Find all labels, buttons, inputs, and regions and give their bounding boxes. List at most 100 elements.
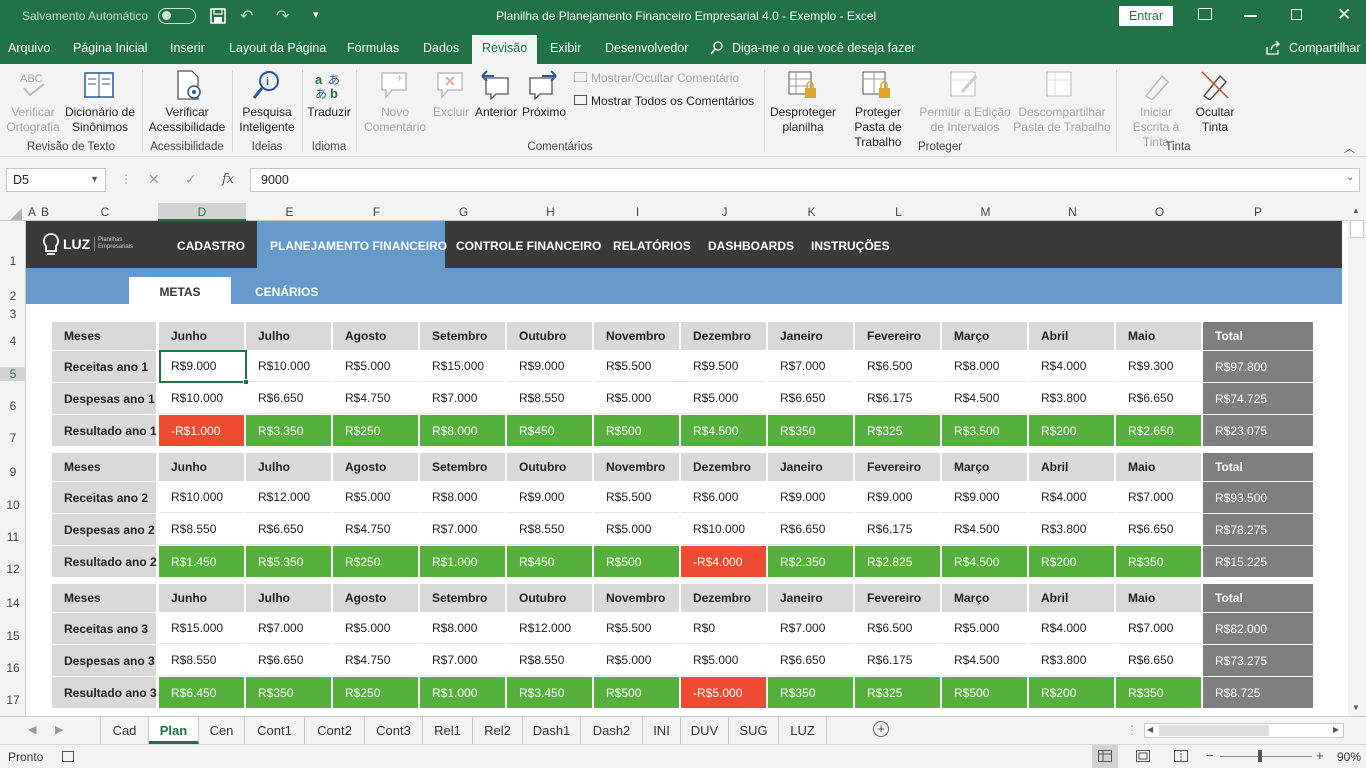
value-cell[interactable]: R$8.000 [942,351,1027,382]
value-cell[interactable]: R$3.450 [507,677,592,708]
value-cell[interactable]: R$8.000 [420,613,505,644]
value-cell[interactable]: R$5.000 [681,383,766,414]
month-header[interactable]: Julho [246,584,331,612]
tab-dados[interactable]: Dados [423,41,459,55]
row-label[interactable]: Receitas ano 3 [52,613,156,644]
value-cell[interactable]: R$4.000 [1029,482,1114,513]
value-cell[interactable]: R$2.650 [1116,415,1201,446]
total-cell[interactable]: R$82.000 [1203,613,1313,644]
row-label[interactable]: Despesas ano 3 [52,645,156,676]
name-box[interactable]: D5 ▼ [6,168,106,192]
value-cell[interactable]: R$10.000 [681,514,766,545]
col-P[interactable]: P [1203,205,1313,219]
sheet-tab-ini[interactable]: INI [643,717,681,744]
month-header[interactable]: Dezembro [681,584,766,612]
value-cell[interactable]: R$450 [507,415,592,446]
translate-button[interactable]: Traduzir [306,105,352,120]
value-cell[interactable]: R$4.500 [942,645,1027,676]
value-cell[interactable]: R$9.000 [507,351,592,382]
share-icon[interactable] [1266,41,1281,55]
nav-planejamento[interactable]: PLANEJAMENTO FINANCEIRO [270,239,447,253]
value-cell[interactable]: R$7.000 [768,613,853,644]
value-cell[interactable]: R$4.500 [942,383,1027,414]
sheet-tab-cont1[interactable]: Cont1 [245,717,305,744]
col-H[interactable]: H [507,205,594,219]
value-cell[interactable]: R$9.500 [681,351,766,382]
value-cell[interactable]: R$350 [1116,677,1201,708]
month-header[interactable]: Junho [159,322,244,350]
row-label[interactable]: Despesas ano 2 [52,514,156,545]
value-cell[interactable]: R$6.650 [246,383,331,414]
month-header[interactable]: Março [942,322,1027,350]
row-12[interactable]: 12 [0,562,26,576]
sheet-tab-dash1[interactable]: Dash1 [523,717,581,744]
month-header[interactable]: Março [942,453,1027,481]
value-cell[interactable]: R$4.000 [1029,613,1114,644]
value-cell[interactable]: R$6.175 [855,514,940,545]
value-cell[interactable]: R$9.300 [1116,351,1201,382]
value-cell[interactable]: R$6.650 [1116,514,1201,545]
total-cell[interactable]: R$15.225 [1203,546,1313,577]
value-cell[interactable]: R$8.550 [159,514,244,545]
value-cell[interactable]: R$500 [594,546,679,577]
value-cell[interactable]: R$12.000 [507,613,592,644]
sheet-tab-cad[interactable]: Cad [101,717,149,744]
row-11[interactable]: 11 [0,530,26,544]
add-sheet-icon[interactable]: + [873,721,889,737]
sheet-tab-plan[interactable]: Plan [149,717,199,744]
value-cell[interactable]: R$8.550 [507,645,592,676]
value-cell[interactable]: R$6.650 [768,383,853,414]
value-cell[interactable]: R$7.000 [420,383,505,414]
previous-comment-button[interactable]: Anterior [472,105,520,120]
value-cell[interactable]: R$10.000 [246,351,331,382]
value-cell[interactable]: R$325 [855,415,940,446]
nav-relatorios[interactable]: RELATÓRIOS [613,239,691,253]
value-cell[interactable]: R$10.000 [159,383,244,414]
scroll-left-icon[interactable]: ◀ [1147,725,1153,734]
value-cell[interactable]: R$3.800 [1029,514,1114,545]
unprotect-sheet-button[interactable]: Desproteger planilha [768,105,838,135]
value-cell[interactable]: R$9.000 [507,482,592,513]
value-cell[interactable]: R$6.650 [1116,383,1201,414]
value-cell[interactable]: R$6.500 [855,351,940,382]
value-cell[interactable]: R$5.000 [594,383,679,414]
value-cell[interactable]: R$3.500 [942,415,1027,446]
nav-cadastro[interactable]: CADASTRO [177,239,245,253]
value-cell[interactable]: R$1.000 [420,677,505,708]
value-cell[interactable]: R$5.500 [594,613,679,644]
tab-arquivo[interactable]: Arquivo [8,41,50,55]
month-header[interactable]: Abril [1029,584,1114,612]
sheet-tab-sug[interactable]: SUG [729,717,779,744]
save-icon[interactable] [210,8,226,24]
month-header[interactable]: Junho [159,584,244,612]
value-cell[interactable]: R$200 [1029,546,1114,577]
value-cell[interactable]: R$8.000 [420,482,505,513]
zoom-slider-thumb[interactable] [1258,750,1262,762]
row-label[interactable]: Despesas ano 1 [52,383,156,414]
row-15[interactable]: 15 [0,629,26,643]
month-header[interactable]: Janeiro [768,322,853,350]
value-cell[interactable]: R$2.825 [855,546,940,577]
horizontal-scroll-thumb[interactable] [1159,725,1269,736]
row-3[interactable]: 3 [0,307,26,321]
show-hide-comment-button[interactable]: Mostrar/Ocultar Comentário [591,71,739,86]
value-cell[interactable]: R$5.500 [594,482,679,513]
share-button[interactable]: Compartilhar [1289,41,1361,55]
col-K[interactable]: K [768,205,855,219]
row-5[interactable]: 5 [0,367,26,381]
spelling-button[interactable]: Verificar Ortografia [6,105,60,135]
col-M[interactable]: M [942,205,1029,219]
tell-me-input[interactable]: Diga-me o que você deseja fazer [732,41,915,55]
sheet-tab-rel1[interactable]: Rel1 [423,717,473,744]
value-cell[interactable]: R$5.000 [594,645,679,676]
col-J[interactable]: J [681,205,768,219]
col-N[interactable]: N [1029,205,1116,219]
value-cell[interactable]: R$15.000 [420,351,505,382]
value-cell[interactable]: R$9.000 [159,351,244,382]
value-cell[interactable]: R$200 [1029,415,1114,446]
total-cell[interactable]: R$97.800 [1203,351,1313,382]
value-cell[interactable]: R$9.000 [768,482,853,513]
col-C[interactable]: C [52,205,158,219]
month-header[interactable]: Fevereiro [855,453,940,481]
value-cell[interactable]: R$5.000 [942,613,1027,644]
